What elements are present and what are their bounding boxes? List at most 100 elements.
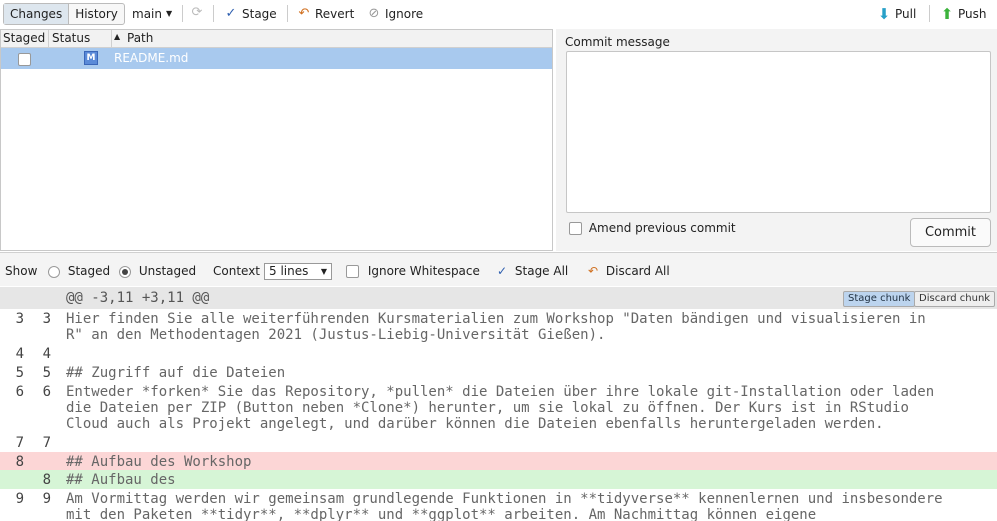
- new-line-number: 5: [42, 365, 51, 381]
- diff-text-line: ## Aufbau des: [66, 472, 176, 488]
- branch-selector[interactable]: main ▼: [132, 6, 172, 22]
- toolbar-divider: [929, 5, 930, 22]
- diff-line-context[interactable]: 3 3 Hier finden Sie alle weiterführenden K…: [0, 309, 997, 344]
- old-line-number: 4: [15, 346, 24, 362]
- old-line-number: 6: [15, 384, 24, 400]
- arrow-up-icon: ⬆: [940, 5, 954, 23]
- revert-icon: ↶: [298, 6, 310, 21]
- stage-all-button[interactable]: ✓ Stage All: [497, 264, 568, 278]
- file-row[interactable]: M README.md: [1, 48, 552, 69]
- diff-text-line: [66, 346, 991, 362]
- diff-text-line: ## Zugriff auf die Dateien: [66, 365, 286, 381]
- diff-text-line: ## Aufbau des Workshop: [66, 454, 252, 470]
- pull-button[interactable]: ⬇ Pull: [877, 5, 917, 23]
- ignore-label: Ignore: [385, 7, 424, 21]
- diff-line-text: Am Vormittag werden wir gemeinsam grundl…: [66, 491, 991, 521]
- diff-text-line: Am Vormittag werden wir gemeinsam grundl…: [66, 491, 943, 507]
- diff-text-line: [66, 435, 991, 451]
- old-line-number: 7: [15, 435, 24, 451]
- diff-view: @@ -3,11 +3,11 @@ Stage chunk Discard ch…: [0, 287, 997, 521]
- diff-line-text: ## Aufbau des Workshop: [66, 454, 991, 470]
- amend-commit-option[interactable]: Amend previous commit: [569, 221, 736, 235]
- new-line-number: 3: [42, 311, 51, 327]
- refresh-icon: ⟳: [191, 5, 203, 20]
- tab-history[interactable]: History: [69, 4, 124, 24]
- toolbar-divider: [213, 5, 214, 22]
- diff-toolbar: Show Staged Unstaged Context 5 lines ▼ Ig…: [0, 252, 997, 286]
- diff-line-context[interactable]: 9 9 Am Vormittag werden wir gemeinsam grun…: [0, 489, 997, 521]
- diff-line-text: Hier finden Sie alle weiterführenden Kur…: [66, 311, 991, 343]
- column-header-staged[interactable]: Staged: [3, 31, 45, 45]
- amend-label: Amend previous commit: [588, 221, 736, 235]
- branch-name: main: [132, 7, 162, 21]
- checkmark-icon: ✓: [225, 6, 237, 21]
- diff-text-line: R" an den Methodentagen 2021 (Justus-Lie…: [66, 327, 606, 343]
- ignore-whitespace-option[interactable]: Ignore Whitespace: [346, 264, 480, 278]
- toolbar-divider: [182, 5, 183, 22]
- new-line-number: 7: [42, 435, 51, 451]
- arrow-down-icon: ⬇: [877, 5, 891, 23]
- new-line-number: 9: [42, 491, 51, 507]
- diff-line-text: Entweder *forken* Sie das Repository, *p…: [66, 384, 991, 432]
- staged-checkbox[interactable]: [18, 52, 31, 66]
- diff-line-text: ## Zugriff auf die Dateien: [66, 365, 991, 381]
- modified-status-badge: M: [84, 51, 98, 65]
- push-label: Push: [958, 7, 987, 21]
- context-label: Context: [213, 264, 261, 278]
- show-staged-option[interactable]: Staged: [48, 264, 110, 278]
- ignore-icon: ⊘: [368, 6, 380, 21]
- diff-text-line: Entweder *forken* Sie das Repository, *p…: [66, 384, 935, 400]
- discard-all-button[interactable]: ↶ Discard All: [588, 264, 670, 278]
- diff-line-text: [66, 346, 991, 362]
- view-toggle: Changes History: [3, 3, 125, 25]
- revert-icon: ↶: [588, 264, 599, 278]
- old-line-number: 5: [15, 365, 24, 381]
- stage-all-label: Stage All: [514, 264, 569, 278]
- chevron-down-icon: ▼: [320, 267, 327, 276]
- revert-button[interactable]: ↶ Revert: [297, 6, 355, 22]
- git-toolbar: Changes History main ▼ ⟳ ✓ Stage ↶ Rever…: [0, 0, 997, 28]
- diff-line-text: [66, 435, 991, 451]
- commit-button[interactable]: Commit: [910, 218, 991, 247]
- show-unstaged-option[interactable]: Unstaged: [119, 264, 196, 278]
- push-button[interactable]: ⬆ Push: [940, 6, 987, 22]
- diff-line-context[interactable]: 5 5 ## Zugriff auf die Dateien: [0, 363, 997, 382]
- staged-radio[interactable]: [48, 265, 60, 278]
- pull-label: Pull: [895, 7, 917, 21]
- unstaged-radio[interactable]: [119, 265, 131, 278]
- show-label: Show: [5, 264, 38, 278]
- amend-checkbox[interactable]: [569, 222, 582, 235]
- refresh-button[interactable]: ⟳: [190, 6, 204, 20]
- diff-text-line: mit den Paketen **tidyr**, **dplyr** und…: [66, 507, 817, 521]
- stage-chunk-button[interactable]: Stage chunk: [843, 291, 916, 307]
- stage-button[interactable]: ✓ Stage: [224, 6, 277, 22]
- diff-text-line: Cloud auch als Projekt angelegt, und dar…: [66, 416, 884, 432]
- old-line-number: 3: [15, 311, 24, 327]
- file-path: README.md: [114, 51, 189, 65]
- diff-line-removed[interactable]: 8 ## Aufbau des Workshop: [0, 452, 997, 470]
- diff-text-line: die Dateien per ZIP (Button neben *Clone…: [66, 400, 909, 416]
- context-select[interactable]: 5 lines ▼: [264, 263, 332, 280]
- diff-line-context[interactable]: 77: [0, 433, 997, 452]
- diff-line-added[interactable]: 8 ## Aufbau des: [0, 470, 997, 489]
- hunk-header: @@ -3,11 +3,11 @@ Stage chunk Discard ch…: [0, 287, 997, 309]
- ignore-whitespace-checkbox[interactable]: [346, 265, 359, 278]
- chevron-down-icon: ▼: [165, 9, 173, 18]
- column-header-status[interactable]: Status: [52, 31, 90, 45]
- new-line-number: 8: [42, 472, 51, 488]
- unstaged-radio-label: Unstaged: [138, 264, 197, 278]
- revert-label: Revert: [315, 7, 355, 21]
- old-line-number: 8: [15, 454, 24, 470]
- commit-message-input[interactable]: [566, 51, 991, 213]
- context-value: 5 lines: [269, 264, 309, 278]
- hunk-range: @@ -3,11 +3,11 @@: [66, 290, 210, 306]
- toolbar-divider: [287, 5, 288, 22]
- diff-line-context[interactable]: 6 6 Entweder *forken* Sie das Repository, …: [0, 382, 997, 433]
- commit-message-label: Commit message: [565, 35, 670, 49]
- diff-line-context[interactable]: 44: [0, 344, 997, 363]
- tab-changes[interactable]: Changes: [4, 4, 70, 24]
- checkmark-icon: ✓: [497, 264, 508, 278]
- column-header-path[interactable]: Path: [127, 31, 153, 45]
- discard-chunk-button[interactable]: Discard chunk: [914, 291, 996, 307]
- ignore-button[interactable]: ⊘ Ignore: [367, 6, 424, 22]
